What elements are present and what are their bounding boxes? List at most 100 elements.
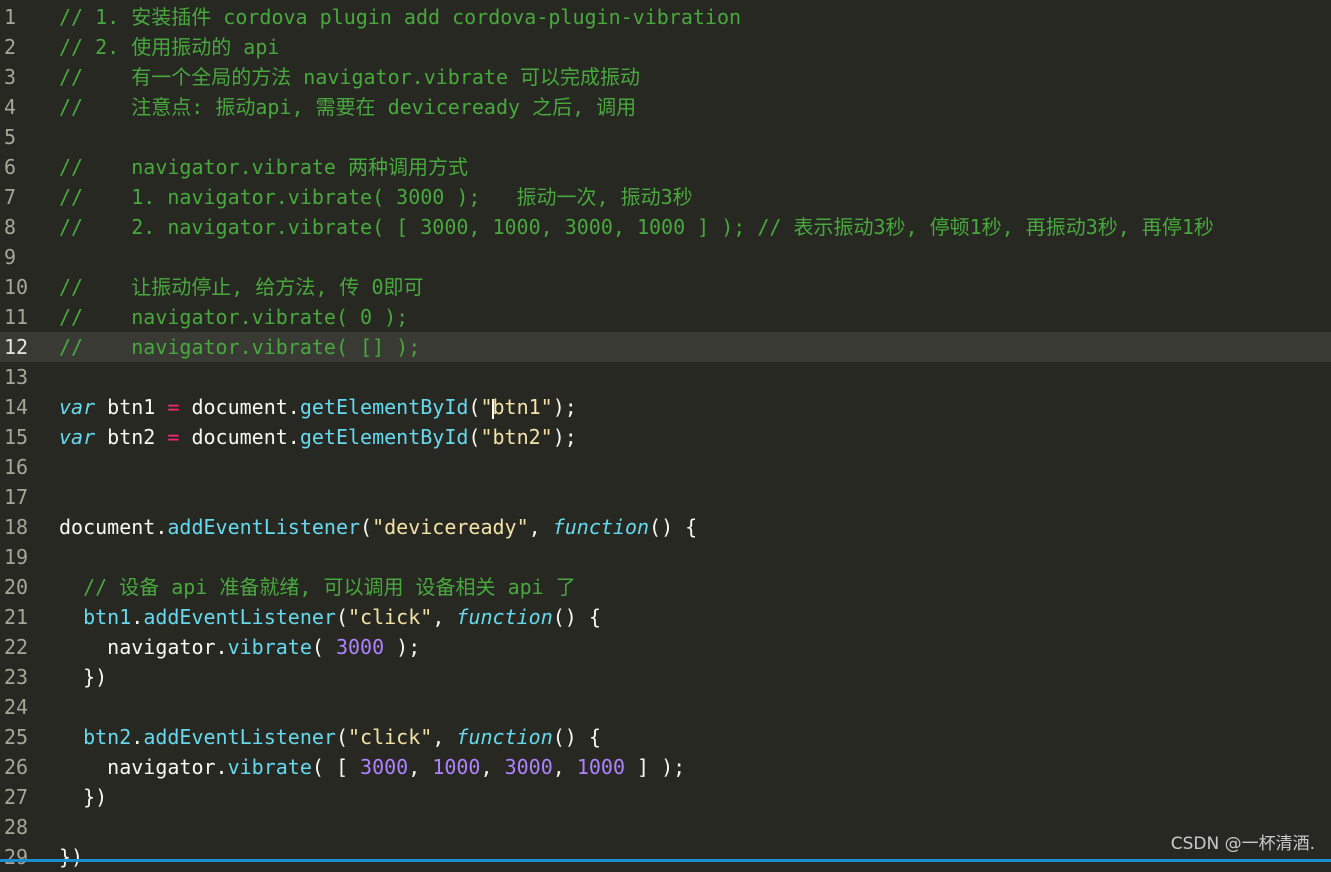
code-line[interactable]: 12 // navigator.vibrate( [] );	[0, 332, 1331, 362]
code-text: navigator.	[59, 635, 228, 659]
code-line[interactable]: 25 btn2.addEventListener("click", functi…	[0, 722, 1331, 752]
code-line[interactable]: 14 var btn1 = document.getElementById("bt…	[0, 392, 1331, 422]
code-text: btn1	[95, 395, 168, 419]
code-text: document.	[179, 395, 300, 419]
code-text: ,	[528, 515, 553, 539]
code-text: (	[468, 395, 481, 419]
code-identifier: getElementById	[299, 395, 469, 419]
line-number: 24	[4, 695, 29, 719]
code-text: ,	[408, 755, 433, 779]
code-identifier: addEventListener	[143, 725, 336, 749]
line-number: 16	[4, 455, 29, 479]
code-line[interactable]: 21 btn1.addEventListener("click", functi…	[0, 602, 1331, 632]
code-line[interactable]: 23 })	[0, 662, 1331, 692]
code-keyword: function	[552, 515, 650, 539]
code-text: (	[335, 725, 349, 749]
code-line[interactable]: 7 // 1. navigator.vibrate( 3000 ); 振动一次, …	[0, 182, 1331, 212]
code-content: btn1.addEventListener("click", function(…	[59, 602, 601, 632]
code-line[interactable]: 22 navigator.vibrate( 3000 );	[0, 632, 1331, 662]
code-line[interactable]: 16	[0, 452, 1331, 482]
code-line[interactable]: 29})	[0, 842, 1331, 872]
line-number: 14	[4, 395, 29, 419]
line-number: 27	[4, 785, 29, 809]
code-line[interactable]: 28	[0, 812, 1331, 842]
code-editor[interactable]: 1 // 1. 安装插件 cordova plugin add cordova-p…	[0, 2, 1331, 869]
code-keyword: function	[456, 725, 553, 749]
code-keyword: function	[456, 605, 553, 629]
code-string: "deviceready"	[372, 515, 529, 539]
code-line[interactable]: 3 // 有一个全局的方法 navigator.vibrate 可以完成振动	[0, 62, 1331, 92]
code-content: })	[59, 662, 107, 692]
line-number: 13	[4, 365, 29, 389]
code-content: btn2.addEventListener("click", function(…	[59, 722, 601, 752]
code-content: // 2. 使用振动的 api	[59, 32, 279, 62]
code-comment: // 2. 使用振动的 api	[59, 35, 280, 59]
csdn-watermark: CSDN @一杯清酒.	[1170, 834, 1315, 854]
code-line[interactable]: 2 // 2. 使用振动的 api	[0, 32, 1331, 62]
code-string: btn1"	[492, 395, 553, 419]
code-comment: // 注意点: 振动api, 需要在 deviceready 之后, 调用	[59, 95, 637, 119]
code-line[interactable]: 6 // navigator.vibrate 两种调用方式	[0, 152, 1331, 182]
code-text: ,	[432, 725, 457, 749]
code-number: 1000	[576, 755, 626, 779]
code-text: .	[131, 605, 144, 629]
code-identifier: addEventListener	[143, 605, 336, 629]
line-number: 15	[4, 425, 29, 449]
code-text: );	[552, 425, 577, 449]
code-identifier: getElementById	[299, 425, 469, 449]
code-content: // 注意点: 振动api, 需要在 deviceready 之后, 调用	[59, 92, 636, 122]
code-line[interactable]: 15 var btn2 = document.getElementById("bt…	[0, 422, 1331, 452]
code-content: // 2. navigator.vibrate( [ 3000, 1000, 3…	[59, 212, 1214, 242]
code-line[interactable]: 4 // 注意点: 振动api, 需要在 deviceready 之后, 调用	[0, 92, 1331, 122]
code-string: "click"	[348, 725, 433, 749]
code-comment: // 1. 安装插件 cordova plugin add cordova-pl…	[59, 5, 742, 29]
code-text: (	[311, 635, 336, 659]
code-line[interactable]: 20 // 设备 api 准备就绪, 可以调用 设备相关 api 了	[0, 572, 1331, 602]
code-line[interactable]: 13	[0, 362, 1331, 392]
code-line[interactable]: 24	[0, 692, 1331, 722]
code-text: })	[59, 665, 108, 689]
code-identifier: btn2	[83, 725, 132, 749]
code-string: "btn2"	[480, 425, 553, 449]
code-keyword: var	[59, 395, 96, 419]
code-text: () {	[649, 515, 698, 539]
code-line[interactable]: 26 navigator.vibrate( [ 3000, 1000, 3000…	[0, 752, 1331, 782]
line-number: 10	[4, 275, 29, 299]
code-line[interactable]: 27 })	[0, 782, 1331, 812]
code-line[interactable]: 11 // navigator.vibrate( 0 );	[0, 302, 1331, 332]
code-comment: // 2. navigator.vibrate( [ 3000, 1000, 3…	[59, 215, 1214, 239]
line-number: 1	[4, 5, 17, 29]
code-content: // 让振动停止, 给方法, 传 0即可	[59, 272, 424, 302]
code-identifier: addEventListener	[167, 515, 361, 539]
line-number: 3	[4, 65, 17, 89]
code-text: })	[59, 845, 84, 869]
code-line[interactable]: 9	[0, 242, 1331, 272]
code-identifier: vibrate	[227, 635, 312, 659]
code-line[interactable]: 10 // 让振动停止, 给方法, 传 0即可	[0, 272, 1331, 302]
code-content: // 1. navigator.vibrate( 3000 ); 振动一次, 振…	[59, 182, 693, 212]
line-number: 23	[4, 665, 29, 689]
code-line[interactable]: 8 // 2. navigator.vibrate( [ 3000, 1000, …	[0, 212, 1331, 242]
code-content: // navigator.vibrate 两种调用方式	[59, 152, 468, 182]
code-comment: // 让振动停止, 给方法, 传 0即可	[59, 275, 424, 299]
code-text: ,	[480, 755, 505, 779]
line-number: 29	[4, 845, 29, 869]
code-comment: // 有一个全局的方法 navigator.vibrate 可以完成振动	[59, 65, 641, 89]
code-content: })	[59, 842, 83, 872]
code-line[interactable]: 17	[0, 482, 1331, 512]
code-line[interactable]: 18 document.addEventListener("deviceready…	[0, 512, 1331, 542]
code-string: "click"	[348, 605, 433, 629]
code-text: );	[384, 635, 421, 659]
code-number: 1000	[432, 755, 481, 779]
code-line[interactable]: 1 // 1. 安装插件 cordova plugin add cordova-p…	[0, 2, 1331, 32]
code-comment: // 1. navigator.vibrate( 3000 ); 振动一次, 振…	[59, 185, 693, 209]
line-number: 25	[4, 725, 29, 749]
code-line[interactable]: 19	[0, 542, 1331, 572]
code-line[interactable]: 5	[0, 122, 1331, 152]
code-comment: // navigator.vibrate( [] );	[59, 335, 421, 359]
code-text: (	[335, 605, 349, 629]
code-content: // 设备 api 准备就绪, 可以调用 设备相关 api 了	[59, 572, 576, 602]
code-comment: // navigator.vibrate 两种调用方式	[59, 155, 468, 179]
code-content: navigator.vibrate( 3000 );	[59, 632, 420, 662]
line-number: 19	[4, 545, 29, 569]
